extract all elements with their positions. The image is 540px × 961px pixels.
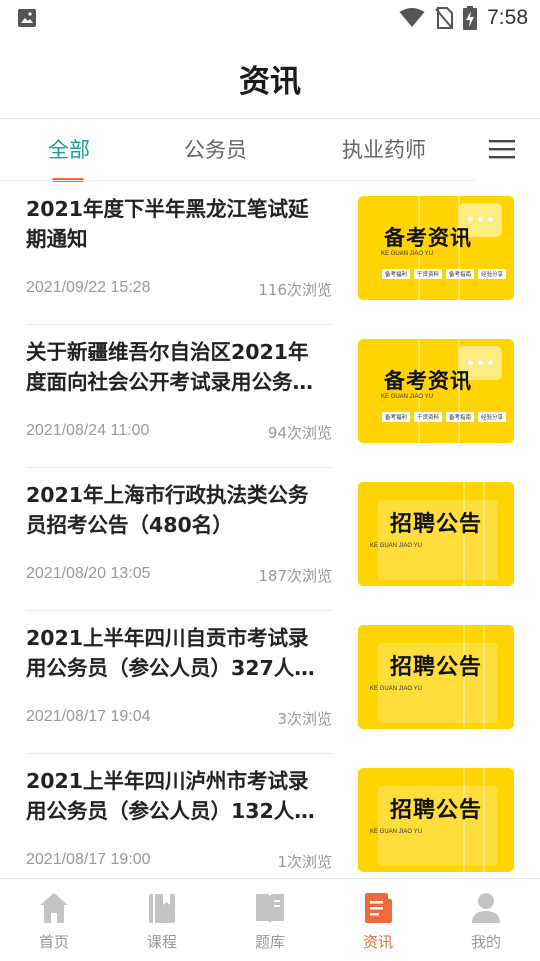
thumbnail-title: 招聘公告 [389, 512, 482, 537]
article-thumbnail: 备考资讯 KE GUAN JIAO YU 备考福利 干货资料 备考指南 经验分享 [358, 339, 514, 443]
article-title: 2021上半年四川泸州市考试录用公务员（参公人员）132人… [26, 769, 315, 823]
menu-icon[interactable] [489, 138, 515, 160]
list-item[interactable]: 2021年度下半年黑龙江笔试延期通知 2021/09/22 15:28 116次… [0, 182, 540, 325]
nav-question-bank[interactable]: 题库 [216, 879, 324, 961]
thumbnail-tag: 备考福利 [382, 269, 411, 279]
tab-civil-servant[interactable]: 公务员 [184, 134, 247, 164]
thumbnail-subtitle: KE GUAN JIAO YU [370, 686, 422, 692]
article-date: 2021/08/17 19:00 [26, 851, 151, 868]
list-item[interactable]: 关于新疆维吾尔自治区2021年度面向社会公开考试录用公务… 2021/08/24… [0, 325, 540, 468]
thumbnail-subtitle: KE GUAN JIAO YU [381, 251, 433, 257]
article-views: 116次浏览 [258, 281, 332, 299]
article-title: 2021年度下半年黑龙江笔试延期通知 [26, 197, 309, 251]
thumbnail-subtitle: KE GUAN JIAO YU [370, 543, 422, 549]
nav-news[interactable]: 资讯 [324, 879, 432, 961]
news-icon [365, 893, 392, 923]
article-thumbnail: 招聘公告 KE GUAN JIAO YU [358, 482, 514, 586]
article-title: 2021上半年四川自贡市考试录用公务员（参公人员）327人… [26, 626, 315, 680]
thumbnail-tag: 经验分享 [478, 412, 507, 422]
article-title: 关于新疆维吾尔自治区2021年度面向社会公开考试录用公务… [26, 340, 313, 394]
article-date: 2021/08/20 13:05 [26, 565, 151, 582]
tab-all[interactable]: 全部 [48, 134, 90, 164]
header: 资讯 [0, 36, 540, 119]
tab-pharmacist[interactable]: 执业药师 [342, 134, 426, 164]
tab-divider [0, 180, 476, 181]
thumbnail-tag: 备考指南 [446, 269, 475, 279]
article-thumbnail: 招聘公告 KE GUAN JIAO YU [358, 625, 514, 729]
status-bar: 7:58 [0, 0, 540, 36]
nav-label: 课程 [146, 933, 177, 951]
battery-charging-icon [463, 6, 478, 30]
article-list: 2021年度下半年黑龙江笔试延期通知 2021/09/22 15:28 116次… [0, 182, 540, 878]
thumbnail-title: 招聘公告 [389, 655, 482, 680]
thumbnail-title: 备考资讯 [384, 226, 472, 250]
thumbnail-tag: 干货资料 [414, 412, 443, 422]
page-title: 资讯 [239, 64, 301, 100]
thumbnail-tag: 干货资料 [414, 269, 443, 279]
thumbnail-tag: 备考福利 [382, 412, 411, 422]
article-thumbnail: 备考资讯 KE GUAN JIAO YU 备考福利 干货资料 备考指南 经验分享 [358, 196, 514, 300]
nav-label: 题库 [254, 933, 285, 951]
article-views: 187次浏览 [258, 567, 332, 585]
nav-label: 我的 [470, 933, 501, 951]
wifi-icon [399, 8, 425, 27]
article-date: 2021/08/24 11:00 [26, 422, 150, 439]
thumbnail-title: 备考资讯 [384, 369, 472, 393]
thumbnail-subtitle: KE GUAN JIAO YU [381, 394, 433, 400]
no-sim-icon [435, 7, 454, 29]
list-item[interactable]: 2021上半年四川泸州市考试录用公务员（参公人员）132人… 2021/08/1… [0, 754, 540, 878]
image-notification-icon [18, 9, 36, 27]
article-date: 2021/09/22 15:28 [26, 279, 151, 296]
nav-mine[interactable]: 我的 [432, 879, 540, 961]
book-icon [149, 894, 175, 923]
thumbnail-subtitle: KE GUAN JIAO YU [370, 829, 422, 835]
nav-label: 资讯 [362, 933, 393, 951]
thumbnail-tag: 备考指南 [446, 412, 475, 422]
nav-home[interactable]: 首页 [0, 879, 108, 961]
thumbnail-title: 招聘公告 [389, 798, 482, 823]
article-thumbnail: 招聘公告 KE GUAN JIAO YU [358, 768, 514, 872]
user-icon [472, 893, 500, 923]
article-views: 1次浏览 [277, 853, 332, 871]
article-views: 3次浏览 [277, 710, 332, 728]
home-icon [40, 893, 68, 923]
open-book-icon [256, 894, 284, 923]
bottom-nav: 首页 课程 题库 资讯 我的 [0, 878, 540, 961]
category-tabs: 全部 公务员 执业药师 [0, 118, 540, 182]
thumbnail-tag: 经验分享 [478, 269, 507, 279]
nav-label: 首页 [38, 933, 69, 951]
article-date: 2021/08/17 19:04 [26, 708, 151, 725]
nav-course[interactable]: 课程 [108, 879, 216, 961]
list-item[interactable]: 2021上半年四川自贡市考试录用公务员（参公人员）327人… 2021/08/1… [0, 611, 540, 754]
article-title: 2021年上海市行政执法类公务员招考公告（480名） [26, 483, 309, 537]
status-time: 7:58 [487, 6, 528, 29]
article-views: 94次浏览 [267, 424, 332, 442]
list-item[interactable]: 2021年上海市行政执法类公务员招考公告（480名） 2021/08/20 13… [0, 468, 540, 611]
